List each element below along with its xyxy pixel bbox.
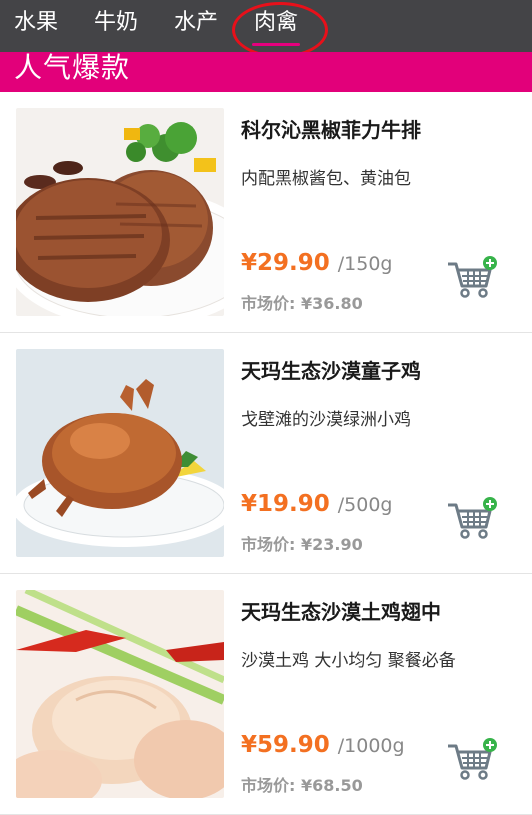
product-unit: /1000g — [337, 735, 405, 757]
product-unit: /150g — [337, 253, 393, 275]
product-desc: 戈壁滩的沙漠绿洲小鸡 — [241, 410, 411, 430]
market-price-label: 市场价: — [241, 535, 296, 554]
product-desc: 内配黑椒酱包、黄油包 — [241, 169, 411, 189]
tab-fruit[interactable]: 水果 — [14, 0, 58, 52]
market-price: 市场价: ¥36.80 — [241, 290, 363, 314]
chicken-wings-photo[interactable] — [16, 590, 224, 798]
market-price-value: ¥36.80 — [300, 294, 363, 313]
product-name[interactable]: 天玛生态沙漠土鸡翅中 — [241, 596, 441, 625]
price-line: ¥19.90/500g — [241, 491, 393, 517]
cart-add-icon[interactable] — [446, 738, 500, 784]
product-name[interactable]: 科尔沁黑椒菲力牛排 — [241, 114, 421, 143]
market-price: 市场价: ¥23.90 — [241, 531, 363, 555]
product-list: 科尔沁黑椒菲力牛排 内配黑椒酱包、黄油包 ¥29.90/150g 市场价: ¥3… — [0, 92, 532, 815]
steak-photo[interactable] — [16, 108, 224, 316]
cart-add-icon[interactable] — [446, 256, 500, 302]
market-price-label: 市场价: — [241, 776, 296, 795]
price-line: ¥59.90/1000g — [241, 732, 405, 758]
product-price: ¥19.90 — [241, 491, 330, 517]
category-tabbar: 水果 牛奶 水产 肉禽 — [0, 0, 532, 52]
tab-seafood[interactable]: 水产 — [174, 0, 218, 52]
section-banner: 人气爆款 — [0, 52, 532, 92]
tab-milk[interactable]: 牛奶 — [94, 0, 138, 52]
product-item[interactable]: 天玛生态沙漠童子鸡 戈壁滩的沙漠绿洲小鸡 ¥19.90/500g 市场价: ¥2… — [0, 333, 532, 574]
product-item[interactable]: 科尔沁黑椒菲力牛排 内配黑椒酱包、黄油包 ¥29.90/150g 市场价: ¥3… — [0, 92, 532, 333]
product-name[interactable]: 天玛生态沙漠童子鸡 — [241, 355, 421, 384]
roast-chicken-photo[interactable] — [16, 349, 224, 557]
market-price: 市场价: ¥68.50 — [241, 772, 363, 796]
cart-add-icon[interactable] — [446, 497, 500, 543]
price-line: ¥29.90/150g — [241, 250, 393, 276]
banner-title: 人气爆款 — [14, 52, 131, 84]
product-unit: /500g — [337, 494, 393, 516]
market-price-label: 市场价: — [241, 294, 296, 313]
product-item[interactable]: 天玛生态沙漠土鸡翅中 沙漠土鸡 大小均匀 聚餐必备 ¥59.90/1000g 市… — [0, 574, 532, 815]
product-price: ¥59.90 — [241, 732, 330, 758]
product-price: ¥29.90 — [241, 250, 330, 276]
tab-meat-poultry[interactable]: 肉禽 — [252, 0, 301, 52]
market-price-value: ¥23.90 — [300, 535, 363, 554]
market-price-value: ¥68.50 — [300, 776, 363, 795]
product-desc: 沙漠土鸡 大小均匀 聚餐必备 — [241, 651, 456, 671]
